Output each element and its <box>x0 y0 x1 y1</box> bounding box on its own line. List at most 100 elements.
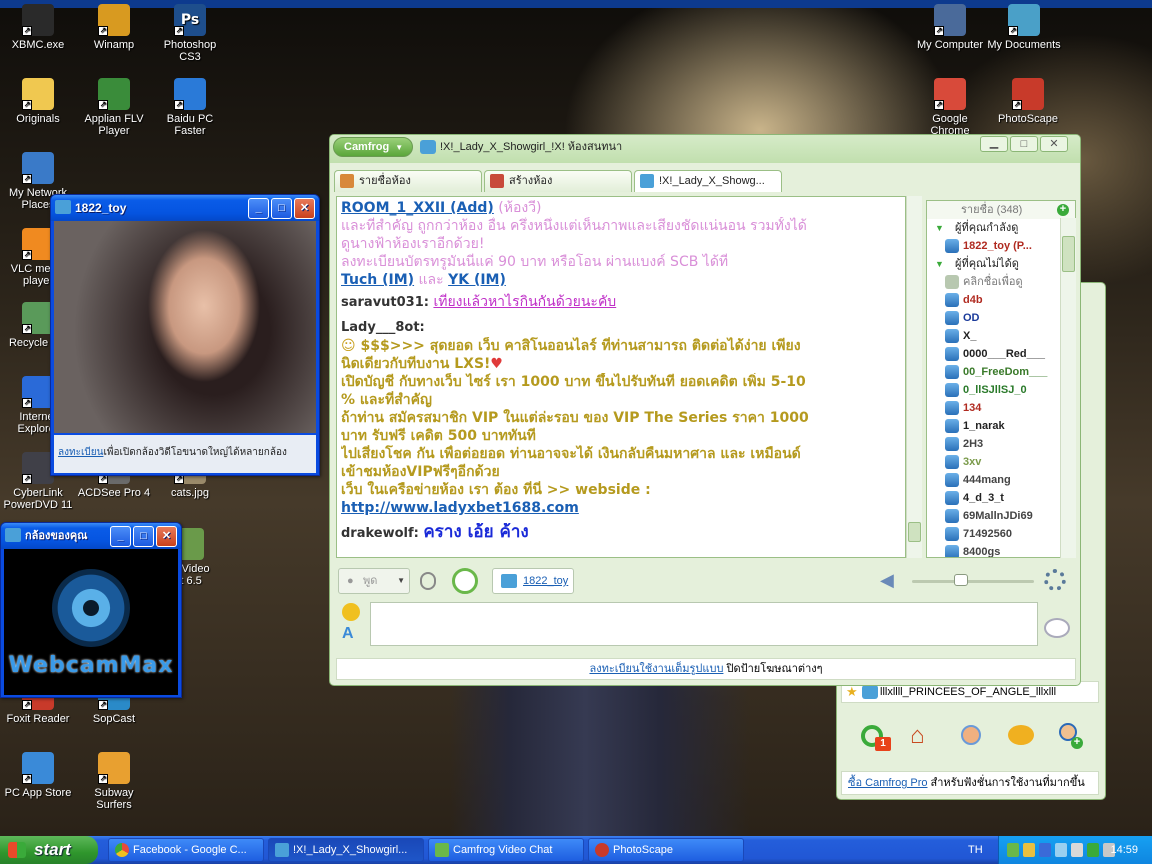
maximize-button[interactable]: □ <box>133 526 154 547</box>
user-list-item[interactable]: 4_d_3_t <box>927 489 1075 507</box>
desktop-icon-originals[interactable]: ↗ Originals <box>0 78 76 125</box>
user-list-item[interactable]: 134 <box>927 399 1075 417</box>
taskbar-button-photoscape[interactable]: PhotoScape <box>588 838 744 862</box>
maximize-button[interactable]: □ <box>1010 136 1038 152</box>
room-add-link[interactable]: ROOM_1_XXII (Add) <box>341 200 494 216</box>
chat-scrollbar[interactable] <box>906 196 922 558</box>
add-icon[interactable]: + <box>1057 204 1069 216</box>
volume-slider[interactable] <box>912 580 1034 583</box>
start-button[interactable]: start <box>0 836 98 864</box>
user-name: 69MallnJDi69 <box>963 510 1033 522</box>
desktop-icon-baidu[interactable]: ↗ Baidu PC Faster <box>152 78 228 137</box>
desktop-icon-photoshop[interactable]: Ps ↗ Photoshop CS3 <box>152 4 228 63</box>
tray-line-icon[interactable] <box>1087 843 1099 857</box>
volume-ring-icon[interactable] <box>452 568 478 594</box>
chat-button[interactable] <box>1004 719 1038 753</box>
chat-log[interactable]: ROOM_1_XXII (Add) (ห้องวี) และที่สำคัญ ถ… <box>336 196 906 558</box>
close-button[interactable]: ✕ <box>294 198 315 219</box>
contacts-button[interactable]: 1 <box>857 719 891 753</box>
user-item-watching[interactable]: 1822_toy (P... <box>927 237 1075 255</box>
shortcut-arrow-icon: ↗ <box>174 100 184 110</box>
tab-create-room[interactable]: สร้างห้อง <box>484 170 632 192</box>
close-button[interactable]: ✕ <box>1040 136 1068 152</box>
desktop-icon-subway[interactable]: ↗ Subway Surfers <box>76 752 152 811</box>
sender-name[interactable]: saravut031: <box>341 295 429 310</box>
clock[interactable]: 14:59 <box>1110 836 1138 864</box>
speaker-icon[interactable]: ◀ <box>880 570 894 590</box>
website-link[interactable]: http://www.ladyxbet1688.com <box>341 499 901 517</box>
minimize-button[interactable]: _ <box>110 526 131 547</box>
desktop-icon-applian[interactable]: ↗ Applian FLV Player <box>76 78 152 137</box>
tray-app-icon[interactable] <box>1023 843 1035 857</box>
push-to-talk-button[interactable]: ● พูด ▼ <box>338 568 410 594</box>
taskbar-button-camfrog[interactable]: Camfrog Video Chat <box>428 838 584 862</box>
im-link-tuch[interactable]: Tuch (IM) <box>341 272 414 288</box>
send-bubble-icon[interactable] <box>1044 618 1070 638</box>
camfrog-menu-button[interactable]: Camfrog ▼ <box>333 137 413 157</box>
user-list-item[interactable]: 0_llSJllSJ_0 <box>927 381 1075 399</box>
close-button[interactable]: ✕ <box>156 526 177 547</box>
scroll-thumb[interactable] <box>1062 236 1075 272</box>
minimize-button[interactable]: _ <box>248 198 269 219</box>
user-list-item[interactable]: 444mang <box>927 471 1075 489</box>
add-user-button[interactable]: + <box>1053 719 1087 753</box>
user-list-item[interactable]: 1_narak <box>927 417 1075 435</box>
maximize-button[interactable]: □ <box>271 198 292 219</box>
desktop-icon-pcappstore[interactable]: ↗ PC App Store <box>0 752 76 799</box>
microphone-icon[interactable] <box>420 572 436 590</box>
language-indicator[interactable]: TH <box>968 836 983 864</box>
group-not-watching[interactable]: ▼ ผู้ที่คุณไม่ได้ดู <box>927 255 1075 273</box>
desktop-icon-winamp[interactable]: ↗ Winamp <box>76 4 152 51</box>
tray-volume-icon[interactable] <box>1055 843 1067 857</box>
sender-name[interactable]: drakewolf: <box>341 526 419 541</box>
chevron-down-icon: ▼ <box>395 143 404 152</box>
user-list-item[interactable]: 8400gs <box>927 543 1075 557</box>
user-list-item[interactable]: d4b <box>927 291 1075 309</box>
user-list-item[interactable]: 00_FreeDom___ <box>927 363 1075 381</box>
settings-gear-icon[interactable] <box>1044 569 1066 591</box>
taskbar-button-chrome[interactable]: Facebook - Google C... <box>108 838 264 862</box>
shortcut-arrow-icon: ↗ <box>934 26 944 36</box>
scroll-thumb[interactable] <box>908 522 921 542</box>
buy-pro-link[interactable]: ซื้อ Camfrog Pro <box>848 777 927 789</box>
webcam-icon <box>5 528 21 542</box>
desktop-icon-mydocuments[interactable]: ↗ My Documents <box>986 4 1062 51</box>
register-full-link[interactable]: ลงทะเบียนใช้งานเต็มรูปแบบ <box>589 663 723 675</box>
group-watching[interactable]: ▼ ผู้ที่คุณกำลังดู <box>927 219 1075 237</box>
user-list-item[interactable]: 3xv <box>927 453 1075 471</box>
tray-app-icon[interactable] <box>1039 843 1051 857</box>
taskbar-button-room[interactable]: !X!_Lady_X_Showgirl... <box>268 838 424 862</box>
user-list-item[interactable]: 69MallnJDi69 <box>927 507 1075 525</box>
desktop-icon-mycomputer[interactable]: ↗ My Computer <box>912 4 988 51</box>
user-list-item[interactable]: 71492560 <box>927 525 1075 543</box>
user-list-item[interactable]: 2H3 <box>927 435 1075 453</box>
users-button[interactable] <box>955 719 989 753</box>
my-webcam-feed[interactable]: WebcamMax <box>4 549 178 695</box>
emoticon-button[interactable] <box>342 603 360 621</box>
tab-active-room[interactable]: !X!_Lady_X_Showg... <box>634 170 782 192</box>
watched-user-chip[interactable]: 1822_toy <box>492 568 574 594</box>
ad-banner: ลงทะเบียนใช้งานเต็มรูปแบบ ปิดป้ายโฆษณาต่… <box>336 658 1076 680</box>
tray-network-icon[interactable] <box>1007 843 1019 857</box>
home-button[interactable]: ⌂ <box>906 719 940 753</box>
tray-app-icon[interactable] <box>1071 843 1083 857</box>
webcam-icon <box>501 574 517 588</box>
desktop-icon-chrome[interactable]: ↗ Google Chrome <box>912 78 988 137</box>
volume-slider-thumb[interactable] <box>954 574 968 586</box>
userlist-scrollbar[interactable] <box>1060 218 1076 558</box>
message-input[interactable] <box>370 602 1038 646</box>
font-button[interactable]: A <box>342 625 364 643</box>
desktop-icon-xbmc[interactable]: ↗ XBMC.exe <box>0 4 76 51</box>
minimize-button[interactable]: ▁ <box>980 136 1008 152</box>
register-link[interactable]: ลงทะเบียน <box>58 447 103 458</box>
user-list-item[interactable]: X_ <box>927 327 1075 345</box>
video-feed[interactable] <box>54 221 316 433</box>
tab-room-list[interactable]: รายชื่อห้อง <box>334 170 482 192</box>
im-link-yk[interactable]: YK (IM) <box>448 272 506 288</box>
desktop-icon-photoscape[interactable]: ↗ PhotoScape <box>990 78 1066 125</box>
user-name: 0000___Red___ <box>963 348 1045 360</box>
user-list-item[interactable]: OD <box>927 309 1075 327</box>
ad-banner-text: ปิดป้ายโฆษณาต่างๆ <box>723 663 823 675</box>
sender-name[interactable]: Lady___8ot: <box>341 320 425 335</box>
user-list-item[interactable]: 0000___Red___ <box>927 345 1075 363</box>
